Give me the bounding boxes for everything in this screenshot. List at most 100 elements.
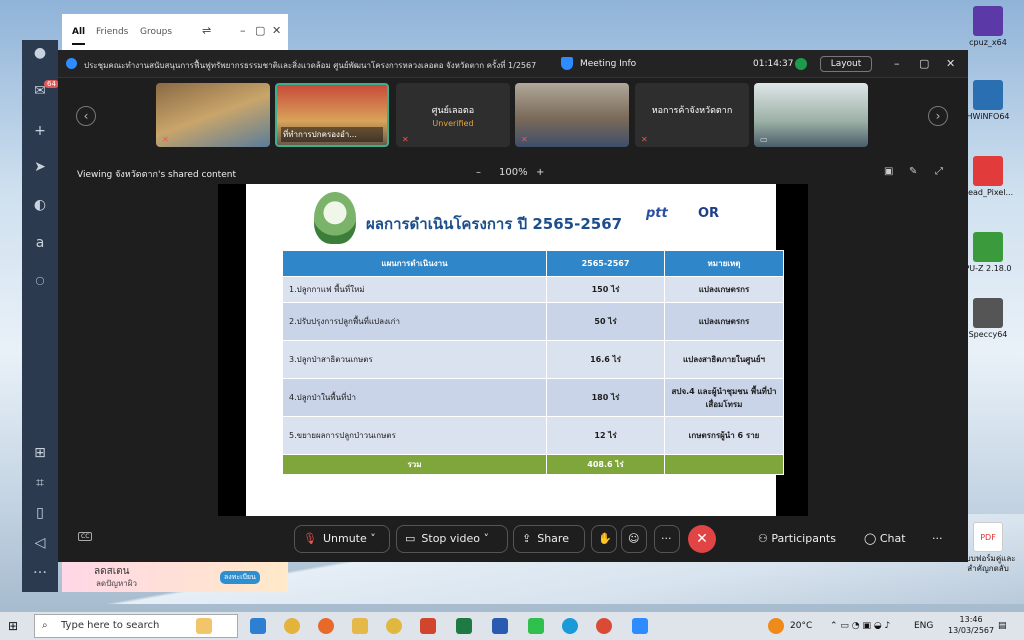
left-rail: ● ✉ 64 + ➤ ◐ a ◯ ⊞ ⌗ ▯ ◁ … — [22, 40, 59, 592]
ad-banner[interactable]: ลดสเตน ลดปัญหาผิว ลงทะเบียน — [62, 562, 288, 592]
participants-button[interactable]: ⚇ Participants — [758, 532, 836, 545]
chrome-icon[interactable] — [284, 618, 300, 634]
participant-tile[interactable]: ✕ — [515, 83, 629, 147]
chevron-left-icon[interactable]: ‹ — [76, 106, 96, 126]
tab-groups[interactable]: Groups — [140, 27, 172, 37]
meeting-toolbar: CC 🎙 Unmute ˅ ▭ Stop video ˅ ⇪ Share ✋ ☺ ··… — [58, 516, 968, 562]
firefox-icon[interactable] — [318, 618, 334, 634]
participant-name: ที่ทำการปกครองอำ... — [281, 127, 383, 142]
weather-temp[interactable]: 20°C — [790, 621, 812, 631]
meeting-window: ประชุมคณะทำงานสนับสนุนการฟื้นฟูทรัพยากรธ… — [58, 50, 968, 562]
shield-icon[interactable] — [561, 57, 573, 70]
edge-icon[interactable] — [562, 618, 578, 634]
column-header: หมายเหตุ — [664, 250, 784, 277]
minimize-icon[interactable]: – — [240, 24, 246, 37]
annotate-icon[interactable]: ▣ — [884, 166, 893, 177]
layout-button[interactable]: Layout — [820, 56, 872, 72]
zoom-out-button[interactable]: – — [476, 167, 481, 178]
share-icon[interactable]: ➤ — [31, 158, 49, 176]
column-header: 2565-2567 — [546, 250, 665, 277]
participant-tile[interactable]: ✕ — [156, 83, 270, 147]
participant-tile[interactable]: ศูนย์เลอตอ Unverified ✕ — [396, 83, 510, 147]
tab-friends[interactable]: Friends — [96, 27, 128, 37]
mic-muted-icon: 🎙 — [303, 532, 317, 545]
hand-icon: ✋ — [598, 532, 612, 545]
pen-icon[interactable]: ✎ — [909, 166, 917, 177]
participant-name: หอการค้าจังหวัดตาก — [651, 106, 733, 116]
emoji-icon: ☺ — [628, 532, 640, 545]
participant-name: ศูนย์เลอตอ — [431, 106, 475, 116]
unverified-status: Unverified — [432, 119, 474, 128]
unmute-button[interactable]: 🎙 Unmute ˅ — [294, 525, 390, 553]
unread-badge: 64 — [44, 80, 59, 88]
add-friend-icon[interactable]: + — [31, 122, 49, 140]
minimize-icon[interactable]: – — [894, 57, 900, 70]
mic-muted-icon: ✕ — [521, 135, 528, 144]
word-icon[interactable] — [492, 618, 508, 634]
table-row: 5.ขยายผลการปลูกป่าวนเกษตร 12 ไร่ เกษตรกร… — [282, 416, 784, 455]
line-icon[interactable]: ◯ — [31, 272, 49, 290]
speaker-icon[interactable]: ◁ — [31, 534, 49, 552]
language-indicator[interactable]: ENG — [914, 621, 933, 631]
bookmark-icon[interactable]: ▯ — [31, 504, 49, 522]
participant-tile-selected[interactable]: ที่ทำการปกครองอำ... — [275, 83, 389, 147]
leave-button[interactable]: ✕ — [688, 525, 716, 553]
shared-slide: ผลการดำเนินโครงการ ปี 2565-2567 ptt OR แ… — [246, 184, 784, 516]
chat-icon: ◯ — [864, 532, 880, 545]
fullscreen-icon[interactable]: ⤢ — [935, 166, 943, 177]
file-explorer-icon[interactable] — [352, 618, 368, 634]
zoom-level: 100% — [499, 167, 528, 178]
add-screen-icon[interactable]: ⊞ — [31, 444, 49, 462]
meeting-app-taskbar-icon[interactable] — [632, 618, 648, 634]
muffin-icon — [196, 618, 212, 634]
zoom-in-button[interactable]: + — [536, 167, 544, 178]
maximize-icon[interactable]: ▢ — [255, 24, 265, 37]
stop-video-button[interactable]: ▭ Stop video ˅ — [396, 525, 508, 553]
more-icon[interactable]: … — [31, 560, 49, 578]
windows-start-icon[interactable]: ⊞ — [8, 619, 24, 635]
tray-icons[interactable]: ⌃ ▭ ◔ ▣ ◒ ♪ — [830, 621, 890, 631]
maximize-icon[interactable]: ▢ — [919, 57, 929, 70]
crop-icon[interactable]: ⌗ — [31, 474, 49, 492]
taskbar: ⊞ ⌕ Type here to search 20°C ⌃ ▭ ◔ ▣ ◒ ♪… — [0, 612, 1024, 640]
close-icon[interactable]: ✕ — [946, 57, 955, 70]
more-button[interactable]: ··· — [654, 525, 680, 553]
table-row: 4.ปลูกป่าในพื้นที่ป่า 180 ไร่ สปจ.4 และผ… — [282, 378, 784, 417]
close-icon[interactable]: ✕ — [272, 24, 281, 37]
participant-tile[interactable]: หอการค้าจังหวัดตาก ✕ — [635, 83, 749, 147]
table-row: 1.ปลูกกาแฟ พื้นที่ใหม่ 150 ไร่ แปลงเกษตร… — [282, 276, 784, 303]
chrome-profile-icon[interactable] — [596, 618, 612, 634]
hwinfo-icon — [973, 80, 1003, 110]
desktop-icon-cpuz[interactable]: cpuz_x64 — [958, 6, 1018, 48]
chevron-right-icon[interactable]: › — [928, 106, 948, 126]
meeting-info-button[interactable]: Meeting Info — [580, 59, 636, 69]
line-icon[interactable] — [528, 618, 544, 634]
clock-date: 13/03/2567 — [948, 626, 995, 635]
chrome-canary-icon[interactable] — [386, 618, 402, 634]
clock[interactable]: 13:46 13/03/2567 — [948, 614, 994, 636]
meeting-titlebar: ประชุมคณะทำงานสนับสนุนการฟื้นฟูทรัพยากรธ… — [58, 50, 968, 78]
captions-icon[interactable]: CC — [78, 532, 93, 541]
share-icon: ⇪ — [522, 532, 532, 545]
chat-button[interactable]: ◯ Chat — [864, 532, 906, 545]
circle-a-icon[interactable]: a — [31, 234, 49, 252]
tab-all[interactable]: All — [72, 27, 86, 45]
edge-legacy-icon[interactable] — [250, 618, 266, 634]
share-button[interactable]: ⇪ Share — [513, 525, 585, 553]
profile-icon[interactable]: ● — [31, 44, 49, 62]
meeting-title: ประชุมคณะทำงานสนับสนุนการฟื้นฟูทรัพยากรธ… — [84, 61, 537, 70]
reactions-button[interactable]: ☺ — [621, 525, 647, 553]
apps-icon[interactable]: ◐ — [31, 196, 49, 214]
ad-cta-button[interactable]: ลงทะเบียน — [220, 571, 260, 584]
notification-icon[interactable]: ▤ — [998, 621, 1007, 631]
mic-muted-icon: ✕ — [641, 135, 648, 144]
slide-title: ผลการดำเนินโครงการ ปี 2565-2567 — [366, 215, 623, 233]
raise-hand-button[interactable]: ✋ — [591, 525, 617, 553]
toolbar-more-icon[interactable]: ··· — [932, 532, 943, 545]
excel-icon[interactable] — [456, 618, 472, 634]
close-icon: ✕ — [696, 531, 708, 547]
powerpoint-icon[interactable] — [420, 618, 436, 634]
filter-icon[interactable]: ⇌ — [202, 24, 211, 37]
participant-tile[interactable]: ▭ — [754, 83, 868, 147]
clock-time: 13:46 — [959, 615, 983, 624]
